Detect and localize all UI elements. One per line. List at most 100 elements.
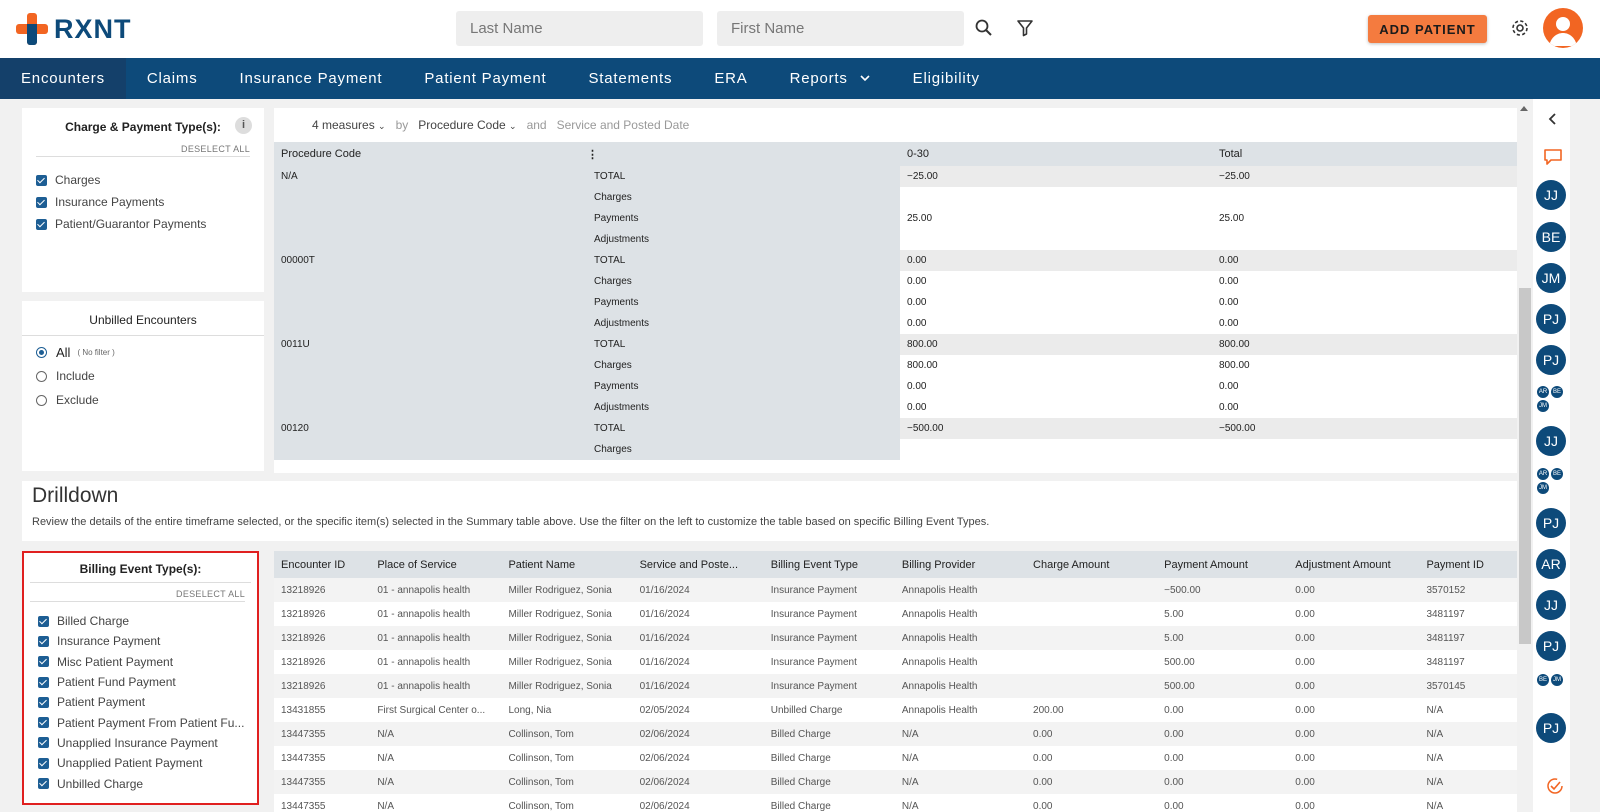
pivot-value-cell[interactable]: −500.00	[900, 418, 1212, 439]
radio-icon[interactable]	[36, 370, 47, 382]
pivot-total-cell[interactable]: 0.00	[1212, 376, 1523, 397]
check-circle-icon[interactable]	[1545, 776, 1565, 796]
billing-event-option[interactable]: Unapplied Patient Payment	[38, 753, 257, 773]
pivot-value-cell[interactable]: 0.00	[900, 397, 1212, 418]
pivot-total-cell[interactable]	[1212, 187, 1523, 208]
pivot-measure-cell[interactable]: Charges	[587, 271, 900, 292]
billing-event-option[interactable]: Unbilled Charge	[38, 773, 257, 793]
radio-icon[interactable]	[36, 394, 47, 406]
pivot-measure-cell[interactable]: Payments	[587, 208, 900, 229]
column-header[interactable]: Adjustment Amount	[1288, 551, 1420, 578]
add-patient-button[interactable]: ADD PATIENT	[1368, 15, 1487, 43]
billing-event-option[interactable]: Insurance Payment	[38, 631, 257, 651]
table-row[interactable]: 13218926 01 - annapolis health Miller Rodr…	[274, 674, 1523, 698]
scrollbar-thumb[interactable]	[1519, 288, 1531, 644]
rxnt-logo[interactable]: RXNT	[16, 13, 132, 45]
checkbox-checked-icon[interactable]	[38, 717, 49, 729]
unbilled-option-exclude[interactable]: Exclude	[36, 388, 264, 412]
pivot-code-cell[interactable]: N/A	[274, 166, 587, 187]
charge-type-option[interactable]: Patient/Guarantor Payments	[36, 213, 264, 235]
kebab-menu-icon[interactable]: ⋮	[587, 149, 598, 161]
pivot-measure-cell[interactable]: TOTAL	[587, 250, 900, 271]
scroll-up-arrow-icon[interactable]	[1519, 104, 1529, 112]
unbilled-option-all[interactable]: All ( No filter )	[36, 340, 264, 364]
pivot-code-cell[interactable]	[274, 187, 587, 208]
billing-event-option[interactable]: Unapplied Insurance Payment	[38, 733, 257, 753]
billing-event-option[interactable]: Patient Fund Payment	[38, 672, 257, 692]
column-header[interactable]: Payment Amount	[1157, 551, 1289, 578]
pivot-total-cell[interactable]: 0.00	[1212, 313, 1523, 334]
chat-user-avatar[interactable]: JJ	[1536, 590, 1566, 620]
col-procedure-code[interactable]: Procedure Code	[274, 142, 587, 166]
chat-user-avatar[interactable]: PJ	[1536, 304, 1566, 334]
unbilled-option-include[interactable]: Include	[36, 364, 264, 388]
pivot-total-cell[interactable]: −500.00	[1212, 418, 1523, 439]
pivot-value-cell[interactable]: 25.00	[900, 208, 1212, 229]
chat-user-avatar[interactable]: JJ	[1536, 180, 1566, 210]
table-row[interactable]: 13431855 First Surgical Center o... Long, …	[274, 698, 1523, 722]
checkbox-checked-icon[interactable]	[38, 696, 49, 708]
group-chat-avatar[interactable]: AR	[1537, 468, 1549, 480]
pivot-value-cell[interactable]: 0.00	[900, 250, 1212, 271]
pivot-total-cell[interactable]: 800.00	[1212, 355, 1523, 376]
chat-user-avatar[interactable]: JM	[1536, 263, 1566, 293]
nav-encounters[interactable]: Encounters	[0, 58, 126, 99]
nav-era[interactable]: ERA	[693, 58, 768, 99]
checkbox-checked-icon[interactable]	[38, 635, 49, 647]
table-row[interactable]: 13447355 N/A Collinson, Tom 02/06/2024 Bille…	[274, 722, 1523, 746]
pivot-value-cell[interactable]: 0.00	[900, 292, 1212, 313]
checkbox-checked-icon[interactable]	[36, 218, 47, 230]
pivot-measure-cell[interactable]: Payments	[587, 376, 900, 397]
pivot-value-cell[interactable]: 0.00	[900, 376, 1212, 397]
group-chat-avatar[interactable]: JM	[1551, 674, 1563, 686]
pivot-code-cell[interactable]: 00000T	[274, 250, 587, 271]
nav-claims[interactable]: Claims	[126, 58, 219, 99]
chat-user-avatar[interactable]: PJ	[1536, 345, 1566, 375]
billing-event-option[interactable]: Billed Charge	[38, 611, 257, 631]
info-icon[interactable]: i	[235, 117, 252, 134]
nav-statements[interactable]: Statements	[567, 58, 693, 99]
table-row[interactable]: 13447355 N/A Collinson, Tom 02/06/2024 Bille…	[274, 794, 1523, 812]
pivot-measure-cell[interactable]: TOTAL	[587, 166, 900, 187]
nav-patient-payment[interactable]: Patient Payment	[403, 58, 567, 99]
pivot-total-cell[interactable]: 0.00	[1212, 397, 1523, 418]
pivot-measure-cell[interactable]: Adjustments	[587, 397, 900, 418]
chat-user-avatar[interactable]: BE	[1536, 222, 1566, 252]
nav-reports[interactable]: Reports	[769, 58, 892, 99]
pivot-code-cell[interactable]	[274, 292, 587, 313]
last-name-input[interactable]	[456, 11, 703, 46]
table-row[interactable]: 13447355 N/A Collinson, Tom 02/06/2024 Bille…	[274, 770, 1523, 794]
chat-user-avatar[interactable]: PJ	[1536, 508, 1566, 538]
checkbox-checked-icon[interactable]	[36, 196, 47, 208]
pivot-code-cell[interactable]	[274, 271, 587, 292]
checkbox-checked-icon[interactable]	[38, 778, 49, 790]
table-row[interactable]: 13218926 01 - annapolis health Miller Rodr…	[274, 626, 1523, 650]
pivot-value-cell[interactable]	[900, 229, 1212, 250]
column-header[interactable]: Patient Name	[501, 551, 633, 578]
pivot-value-cell[interactable]: −25.00	[900, 166, 1212, 187]
pivot-total-cell[interactable]: 800.00	[1212, 334, 1523, 355]
column-header[interactable]: Charge Amount	[1026, 551, 1158, 578]
nav-eligibility[interactable]: Eligibility	[892, 58, 1001, 99]
checkbox-checked-icon[interactable]	[38, 757, 49, 769]
pivot-total-cell[interactable]: 0.00	[1212, 292, 1523, 313]
pivot-code-cell[interactable]	[274, 208, 587, 229]
pivot-value-cell[interactable]: 0.00	[900, 271, 1212, 292]
collapse-chevron-icon[interactable]	[1546, 112, 1560, 126]
pivot-measure-cell[interactable]: Charges	[587, 187, 900, 208]
charge-type-option[interactable]: Charges	[36, 169, 264, 191]
table-row[interactable]: 13218926 01 - annapolis health Miller Rodr…	[274, 650, 1523, 674]
deselect-all-billing[interactable]: DESELECT ALL	[30, 589, 245, 602]
measures-dropdown[interactable]: 4 measures ⌄	[312, 118, 386, 132]
pivot-value-cell[interactable]: 0.00	[900, 313, 1212, 334]
chat-icon[interactable]	[1542, 147, 1564, 167]
column-header[interactable]: Billing Provider	[894, 551, 1027, 578]
search-icon[interactable]	[973, 17, 995, 39]
pivot-measure-cell[interactable]: Payments	[587, 292, 900, 313]
table-row[interactable]: 13218926 01 - annapolis health Miller Rodr…	[274, 578, 1523, 602]
pivot-measure-cell[interactable]: Adjustments	[587, 313, 900, 334]
pivot-measure-cell[interactable]: Adjustments	[587, 229, 900, 250]
pivot-total-cell[interactable]: 25.00	[1212, 208, 1523, 229]
service-posted-date-field[interactable]: Service and Posted Date	[557, 118, 690, 132]
group-dropdown[interactable]: Procedure Code ⌄	[418, 118, 516, 132]
